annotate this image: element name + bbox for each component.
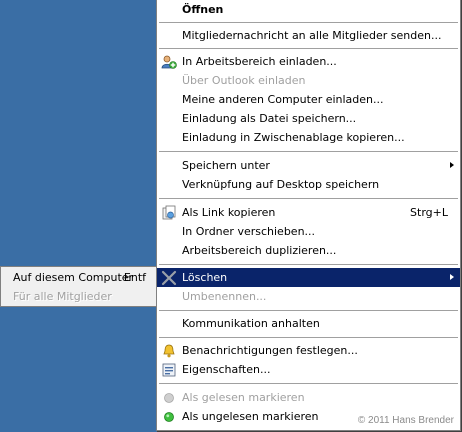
menu-item-pause-communication[interactable]: Kommunikation anhalten (157, 314, 460, 333)
menu-item-label: Benachrichtigungen festlegen... (182, 344, 358, 357)
menu-item-invite-workspace[interactable]: In Arbeitsbereich einladen... (157, 52, 460, 71)
submenu-arrow-icon (450, 274, 454, 280)
menu-item-label: Speichern unter (182, 159, 270, 172)
menu-item-save-invite-file[interactable]: Einladung als Datei speichern... (157, 109, 460, 128)
menu-item-duplicate-workspace[interactable]: Arbeitsbereich duplizieren... (157, 241, 460, 260)
menu-item-label: In Arbeitsbereich einladen... (182, 55, 337, 68)
menu-item-save-as[interactable]: Speichern unter (157, 156, 460, 175)
menu-item-mark-read: Als gelesen markieren (157, 388, 460, 407)
menu-item-set-notifications[interactable]: Benachrichtigungen festlegen... (157, 341, 460, 360)
menu-item-label: Arbeitsbereich duplizieren... (182, 244, 337, 257)
submenu-item-all-members: Für alle Mitglieder (1, 287, 156, 306)
menu-separator (159, 198, 458, 200)
menu-item-label: Verknüpfung auf Desktop speichern (182, 178, 380, 191)
menu-item-label: Als gelesen markieren (182, 391, 305, 404)
delete-x-icon (161, 270, 177, 286)
submenu-item-this-computer[interactable]: Auf diesem Computer Entf (1, 268, 156, 287)
menu-item-label: Kommunikation anhalten (182, 317, 320, 330)
menu-item-label: Als Link kopieren (182, 206, 276, 219)
menu-item-label: Als ungelesen markieren (182, 410, 319, 423)
menu-item-copy-invite-clipboard[interactable]: Einladung in Zwischenablage kopieren... (157, 128, 460, 147)
delete-submenu: Auf diesem Computer Entf Für alle Mitgli… (0, 266, 157, 307)
submenu-item-label: Auf diesem Computer (13, 271, 134, 284)
properties-icon (162, 363, 176, 377)
menu-item-label: Einladung in Zwischenablage kopieren... (182, 131, 405, 144)
link-icon (162, 205, 176, 220)
menu-item-properties[interactable]: Eigenschaften... (157, 360, 460, 379)
shortcut-label: Strg+L (410, 206, 448, 219)
menu-separator (159, 310, 458, 312)
menu-item-label: Einladung als Datei speichern... (182, 112, 357, 125)
copyright-watermark: © 2011 Hans Brender (357, 415, 454, 426)
invite-user-icon (161, 55, 177, 69)
menu-item-label: Mitgliedernachricht an alle Mitglieder s… (182, 29, 442, 42)
menu-item-label: Löschen (182, 271, 228, 284)
submenu-item-label: Für alle Mitglieder (13, 290, 112, 303)
menu-separator (159, 264, 458, 266)
menu-separator (159, 48, 458, 50)
menu-item-copy-link[interactable]: Als Link kopieren Strg+L (157, 203, 460, 222)
menu-separator (159, 22, 458, 24)
menu-item-label: Über Outlook einladen (182, 74, 306, 87)
menu-item-rename: Umbenennen... (157, 287, 460, 306)
menu-item-desktop-shortcut[interactable]: Verknüpfung auf Desktop speichern (157, 175, 460, 194)
menu-item-label: Öffnen (182, 3, 224, 16)
menu-item-invite-other-computers[interactable]: Meine anderen Computer einladen... (157, 90, 460, 109)
menu-separator (159, 337, 458, 339)
menu-separator (159, 151, 458, 153)
menu-item-open[interactable]: Öffnen (157, 0, 460, 19)
mark-unread-icon (164, 412, 174, 422)
menu-item-label: Eigenschaften... (182, 363, 271, 376)
menu-item-send-message[interactable]: Mitgliedernachricht an alle Mitglieder s… (157, 26, 460, 45)
menu-item-move-to-folder[interactable]: In Ordner verschieben... (157, 222, 460, 241)
menu-item-label: Meine anderen Computer einladen... (182, 93, 384, 106)
bell-icon (163, 344, 175, 358)
submenu-arrow-icon (450, 162, 454, 168)
menu-item-invite-outlook: Über Outlook einladen (157, 71, 460, 90)
menu-item-label: In Ordner verschieben... (182, 225, 316, 238)
mark-read-icon (164, 393, 174, 403)
shortcut-label: Entf (123, 271, 146, 284)
context-menu: Öffnen Mitgliedernachricht an alle Mitgl… (156, 0, 461, 431)
menu-item-label: Umbenennen... (182, 290, 267, 303)
menu-separator (159, 383, 458, 385)
menu-item-delete[interactable]: Löschen (157, 268, 460, 287)
